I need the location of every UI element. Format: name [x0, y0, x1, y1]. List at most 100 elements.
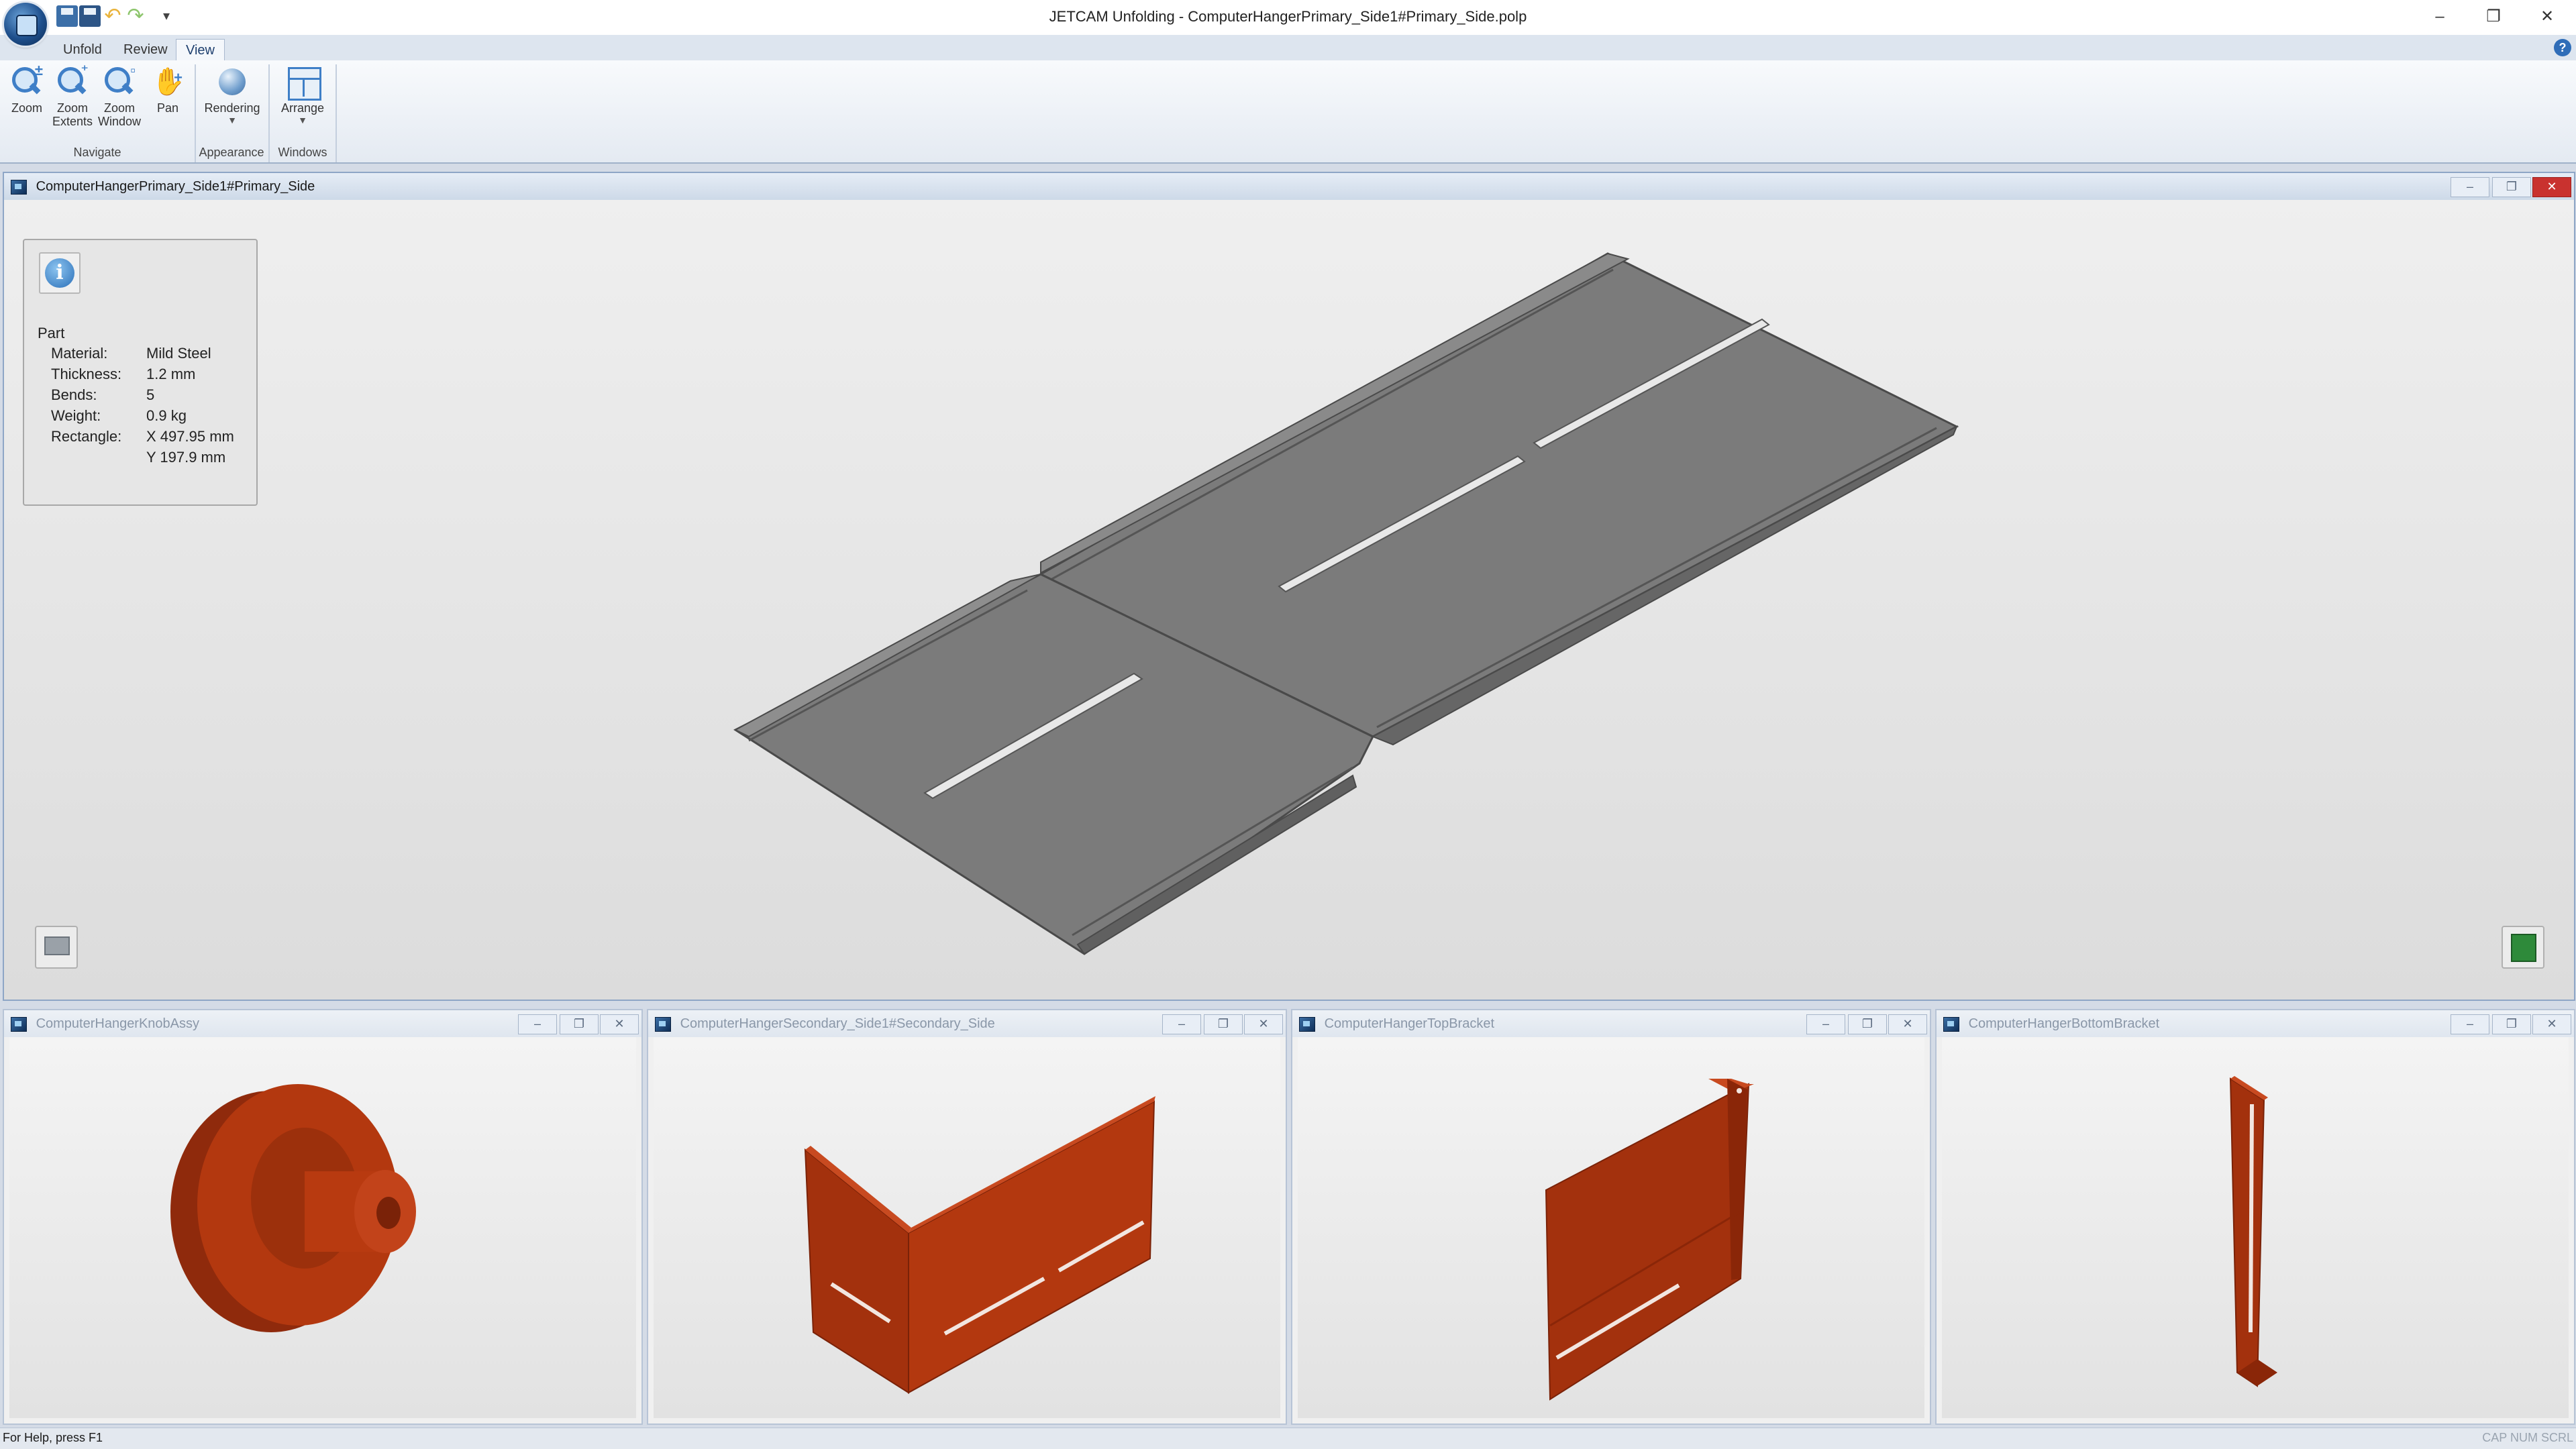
bottom-bracket-model [2229, 1076, 2277, 1387]
weight-value: 0.9 kg [146, 407, 187, 424]
document-icon [11, 179, 27, 195]
main-window-minimize-button[interactable]: – [2451, 177, 2489, 197]
thickness-value: 1.2 mm [146, 366, 196, 382]
tab-review[interactable]: Review [114, 39, 177, 60]
part-heading: Part [38, 325, 65, 341]
zoom-button[interactable]: ± Zoom [4, 62, 50, 131]
arrange-label: Arrange [280, 101, 325, 115]
bottom-bracket-titlebar[interactable]: ComputerHangerBottomBracket – ❐ ✕ [1937, 1010, 2574, 1037]
secondary-side-viewport[interactable] [654, 1037, 1280, 1418]
windows-group-label: Windows [278, 146, 327, 159]
knob-assy-window[interactable]: ComputerHangerKnobAssy – ❐ ✕ [3, 1009, 643, 1425]
secondary-side-title: ComputerHangerSecondary_Side1#Secondary_… [680, 1016, 995, 1031]
bottom-bracket-window[interactable]: ComputerHangerBottomBracket – ❐ ✕ [1935, 1009, 2575, 1425]
close-button[interactable]: ✕ [2520, 0, 2574, 35]
arrange-button[interactable]: Arrange ▼ [271, 64, 334, 131]
tab-unfold[interactable]: Unfold [54, 39, 111, 60]
rectangle-label: Rectangle: [51, 428, 122, 445]
rectangle-x-value: X 497.95 mm [146, 428, 234, 445]
document-icon [11, 1016, 27, 1032]
secondary-side-titlebar[interactable]: ComputerHangerSecondary_Side1#Secondary_… [648, 1010, 1286, 1037]
save-all-icon[interactable] [79, 5, 101, 27]
navigate-group-label: Navigate [73, 146, 121, 159]
3d-viewport[interactable]: i Part Material: Mild Steel Thickness: 1… [4, 200, 2574, 1000]
zoom-label: Zoom [11, 101, 42, 115]
top-bracket-model [1545, 1079, 1754, 1401]
top-bracket-titlebar[interactable]: ComputerHangerTopBracket – ❐ ✕ [1292, 1010, 1930, 1037]
zoom-window-label-1: Zoom [103, 101, 135, 115]
top-bracket-restore-button[interactable]: ❐ [1848, 1014, 1887, 1034]
undo-icon[interactable]: ↶ [102, 5, 123, 27]
secondary-side-window[interactable]: ComputerHangerSecondary_Side1#Secondary_… [647, 1009, 1287, 1425]
knob-assy-close-button[interactable]: ✕ [600, 1014, 639, 1034]
zoom-window-icon: ▫ [103, 62, 136, 99]
zoom-window-label-2: Window [97, 115, 142, 128]
rendering-dropdown-icon: ▼ [227, 115, 237, 125]
top-bracket-minimize-button[interactable]: – [1806, 1014, 1845, 1034]
arrange-dropdown-icon: ▼ [298, 115, 307, 125]
info-icon[interactable]: i [39, 252, 81, 294]
save-part-icon[interactable] [2502, 926, 2544, 969]
secondary-side-restore-button[interactable]: ❐ [1204, 1014, 1243, 1034]
zoom-extents-icon: ⁺ [56, 62, 89, 99]
zoom-extents-button[interactable]: ⁺ Zoom Extents [50, 62, 95, 131]
knob-assy-restore-button[interactable]: ❐ [560, 1014, 599, 1034]
save-icon[interactable] [56, 5, 78, 27]
bends-value: 5 [146, 386, 155, 403]
material-value: Mild Steel [146, 345, 211, 362]
application-menu-button[interactable] [4, 3, 47, 46]
main-window-restore-button[interactable]: ❐ [2492, 177, 2531, 197]
rendering-button[interactable]: Rendering ▼ [199, 64, 266, 131]
ribbon-tab-row [0, 35, 2576, 60]
bottom-bracket-minimize-button[interactable]: – [2451, 1014, 2489, 1034]
arrange-windows-icon [287, 64, 321, 101]
bends-label: Bends: [51, 386, 97, 403]
main-window-titlebar[interactable]: ComputerHangerPrimary_Side1#Primary_Side… [4, 173, 2574, 200]
knob-assy-viewport[interactable] [9, 1037, 636, 1418]
unfolded-part-view [733, 252, 1959, 955]
zoom-icon: ± [11, 62, 43, 99]
secondary-side-close-button[interactable]: ✕ [1244, 1014, 1283, 1034]
bottom-bracket-restore-button[interactable]: ❐ [2492, 1014, 2531, 1034]
top-bracket-close-button[interactable]: ✕ [1888, 1014, 1927, 1034]
pan-hand-icon: ✋ + [152, 67, 185, 97]
rendering-icon [216, 64, 248, 99]
top-bracket-viewport[interactable] [1298, 1037, 1924, 1418]
part-info-panel: i Part Material: Mild Steel Thickness: 1… [23, 239, 258, 506]
redo-icon[interactable]: ↷ [125, 5, 146, 27]
pan-label: Pan [156, 101, 179, 115]
restore-button[interactable]: ❐ [2467, 0, 2520, 35]
knob-model [170, 1084, 416, 1332]
main-window-close-button[interactable]: ✕ [2532, 177, 2571, 197]
top-bracket-window[interactable]: ComputerHangerTopBracket – ❐ ✕ [1291, 1009, 1931, 1425]
customize-quick-access-icon[interactable]: ▾ [156, 5, 177, 27]
status-bar [0, 1428, 2576, 1449]
main-part-window[interactable]: ComputerHangerPrimary_Side1#Primary_Side… [3, 172, 2575, 1001]
help-icon[interactable]: ? [2554, 39, 2571, 56]
zoom-extents-label-1: Zoom [56, 101, 88, 115]
secondary-side-model [804, 1096, 1155, 1394]
bottom-bracket-viewport[interactable] [1942, 1037, 2569, 1418]
monitor-icon[interactable] [35, 926, 78, 969]
bottom-bracket-title: ComputerHangerBottomBracket [1968, 1016, 2160, 1031]
status-key-indicators: CAP NUM SCRL [2482, 1431, 2573, 1444]
weight-label: Weight: [51, 407, 101, 424]
ribbon-panel [0, 60, 2576, 164]
material-label: Material: [51, 345, 108, 362]
zoom-extents-label-2: Extents [52, 115, 93, 128]
ribbon-separator [336, 64, 337, 162]
knob-assy-title: ComputerHangerKnobAssy [36, 1016, 200, 1031]
minimize-button[interactable]: – [2413, 0, 2467, 35]
document-icon [655, 1016, 671, 1032]
knob-assy-minimize-button[interactable]: – [518, 1014, 557, 1034]
rectangle-y-value: Y 197.9 mm [146, 449, 226, 466]
tab-view[interactable]: View [176, 39, 225, 61]
zoom-window-button[interactable]: ▫ Zoom Window [95, 62, 144, 131]
bottom-bracket-close-button[interactable]: ✕ [2532, 1014, 2571, 1034]
secondary-side-minimize-button[interactable]: – [1162, 1014, 1201, 1034]
document-icon [1943, 1016, 1959, 1032]
top-bracket-title: ComputerHangerTopBracket [1324, 1016, 1495, 1031]
pan-button[interactable]: ✋ + Pan [145, 64, 191, 131]
knob-assy-titlebar[interactable]: ComputerHangerKnobAssy – ❐ ✕ [4, 1010, 641, 1037]
thickness-label: Thickness: [51, 366, 122, 382]
